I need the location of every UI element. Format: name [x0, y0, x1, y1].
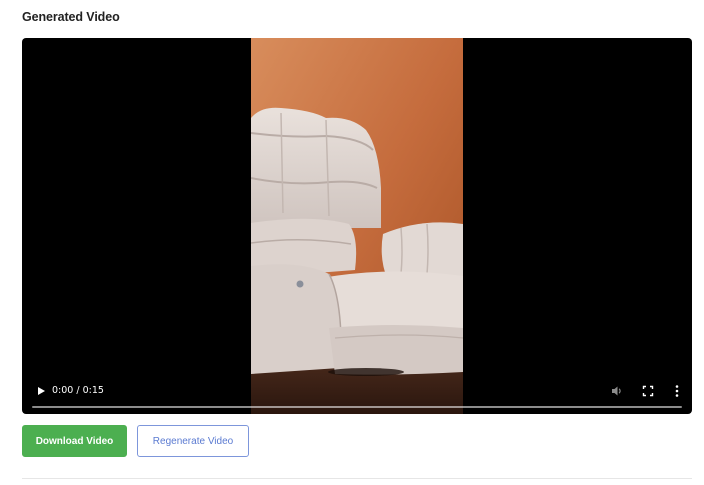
fullscreen-icon[interactable] — [641, 384, 655, 398]
download-video-button[interactable]: Download Video — [22, 425, 127, 457]
generated-video-panel: Generated Video 0:00 / 0:15 Download Vid… — [0, 0, 704, 485]
regenerate-video-button[interactable]: Regenerate Video — [137, 425, 249, 457]
volume-icon[interactable] — [610, 384, 624, 398]
video-controls: 0:00 / 0:15 — [22, 370, 692, 414]
play-icon[interactable] — [34, 384, 48, 398]
time-display: 0:00 / 0:15 — [52, 385, 104, 396]
video-frame[interactable] — [251, 38, 463, 414]
progress-bar[interactable] — [32, 406, 682, 408]
divider — [22, 478, 692, 479]
video-player[interactable]: 0:00 / 0:15 — [22, 38, 692, 414]
more-options-icon[interactable] — [671, 383, 683, 399]
recliner-chair-image — [251, 38, 463, 414]
section-title: Generated Video — [22, 10, 120, 24]
